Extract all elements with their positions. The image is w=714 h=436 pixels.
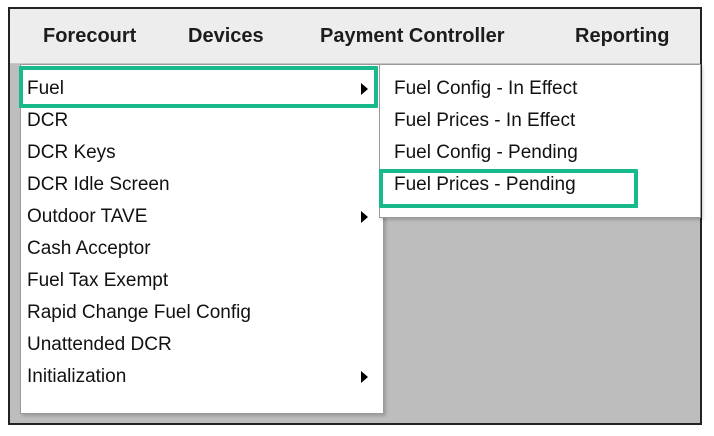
submenu-arrow-icon — [361, 371, 368, 383]
menu-reporting[interactable]: Reporting — [575, 9, 669, 63]
submenu-item-label: Fuel Prices - Pending — [394, 174, 576, 195]
forecourt-dropdown-menu: Fuel DCR DCR Keys DCR Idle Screen Outdoo… — [20, 64, 384, 414]
menu-item-label: Cash Acceptor — [27, 238, 151, 259]
menu-item-label: Fuel Tax Exempt — [27, 270, 169, 291]
submenu-item-fuel-prices-pending[interactable]: Fuel Prices - Pending — [380, 169, 700, 201]
menu-item-label: Initialization — [27, 366, 127, 387]
menu-item-label: Outdoor TAVE — [27, 206, 148, 227]
menu-item-label: DCR Idle Screen — [27, 174, 170, 195]
submenu-item-label: Fuel Config - In Effect — [394, 78, 578, 99]
menu-item-fuel[interactable]: Fuel — [21, 73, 383, 105]
menu-forecourt[interactable]: Forecourt — [43, 9, 136, 63]
application-window: Forecourt Devices Payment Controller Rep… — [8, 7, 702, 425]
submenu-item-fuel-prices-in-effect[interactable]: Fuel Prices - In Effect — [380, 105, 700, 137]
menu-item-label: Unattended DCR — [27, 334, 172, 355]
menu-item-label: DCR Keys — [27, 142, 116, 163]
menu-item-dcr-keys[interactable]: DCR Keys — [21, 137, 383, 169]
menu-item-label: Fuel — [27, 78, 64, 99]
menu-bar: Forecourt Devices Payment Controller Rep… — [10, 9, 700, 64]
submenu-item-fuel-config-in-effect[interactable]: Fuel Config - In Effect — [380, 73, 700, 105]
submenu-item-fuel-config-pending[interactable]: Fuel Config - Pending — [380, 137, 700, 169]
menu-item-initialization[interactable]: Initialization — [21, 361, 383, 393]
fuel-submenu: Fuel Config - In Effect Fuel Prices - In… — [379, 64, 701, 218]
submenu-item-label: Fuel Prices - In Effect — [394, 110, 576, 131]
menu-item-fuel-tax-exempt[interactable]: Fuel Tax Exempt — [21, 265, 383, 297]
menu-item-outdoor-tave[interactable]: Outdoor TAVE — [21, 201, 383, 233]
menu-payment-controller[interactable]: Payment Controller — [320, 9, 504, 63]
submenu-arrow-icon — [361, 211, 368, 223]
menu-item-label: Rapid Change Fuel Config — [27, 302, 251, 323]
menu-item-label: DCR — [27, 110, 69, 131]
submenu-arrow-icon — [361, 83, 368, 95]
menu-item-unattended-dcr[interactable]: Unattended DCR — [21, 329, 383, 361]
menu-item-rapid-change-fuel-config[interactable]: Rapid Change Fuel Config — [21, 297, 383, 329]
menu-item-dcr-idle-screen[interactable]: DCR Idle Screen — [21, 169, 383, 201]
menu-devices[interactable]: Devices — [188, 9, 264, 63]
menu-item-dcr[interactable]: DCR — [21, 105, 383, 137]
menu-item-cash-acceptor[interactable]: Cash Acceptor — [21, 233, 383, 265]
submenu-item-label: Fuel Config - Pending — [394, 142, 578, 163]
